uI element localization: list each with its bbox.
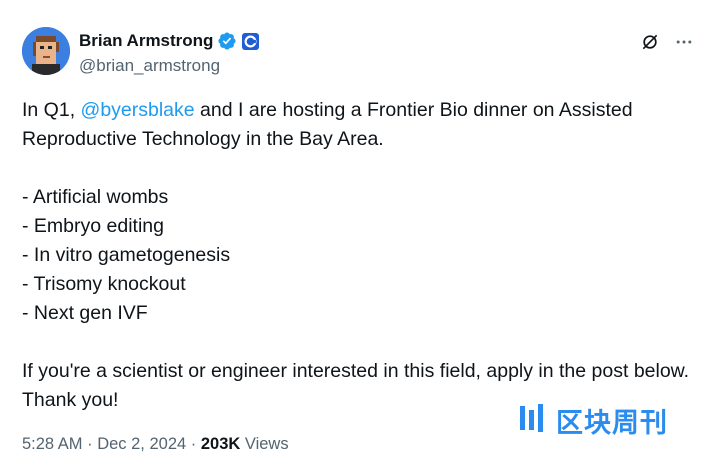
views-count: 203K bbox=[200, 435, 241, 453]
list-item: - In vitro gametogenesis bbox=[22, 244, 231, 266]
post-intro: In Q1, @byersblake and I are hosting a F… bbox=[22, 96, 702, 154]
verified-badge-icon[interactable] bbox=[217, 31, 237, 51]
list-item: - Artificial wombs bbox=[22, 186, 169, 208]
avatar[interactable] bbox=[22, 27, 70, 75]
author-name[interactable]: Brian Armstrong bbox=[79, 31, 213, 51]
list-item: - Next gen IVF bbox=[22, 302, 148, 324]
views-label: Views bbox=[240, 435, 289, 453]
list-item: - Embryo editing bbox=[22, 215, 164, 237]
more-options-icon[interactable] bbox=[673, 31, 695, 53]
mention-link[interactable]: @byersblake bbox=[81, 99, 195, 121]
post-header: Brian Armstrong @brian_armstrong bbox=[22, 27, 695, 81]
post-timestamp[interactable]: 5:28 AM · Dec 2, 2024 · bbox=[22, 435, 201, 453]
watermark: 区块周刊 bbox=[518, 400, 698, 440]
list-item: - Trisomy knockout bbox=[22, 273, 186, 295]
watermark-text: 区块周刊 bbox=[556, 407, 668, 439]
post-meta: 5:28 AM · Dec 2, 2024 · 203K Views bbox=[22, 435, 289, 454]
post-text: In Q1, @byersblake and I are hosting a F… bbox=[22, 96, 702, 415]
grok-icon[interactable] bbox=[639, 31, 661, 53]
coinbase-icon[interactable] bbox=[242, 32, 260, 50]
author-handle[interactable]: @brian_armstrong bbox=[79, 56, 259, 76]
watermark-logo-icon bbox=[518, 402, 548, 439]
intro-before: In Q1, bbox=[22, 99, 81, 121]
